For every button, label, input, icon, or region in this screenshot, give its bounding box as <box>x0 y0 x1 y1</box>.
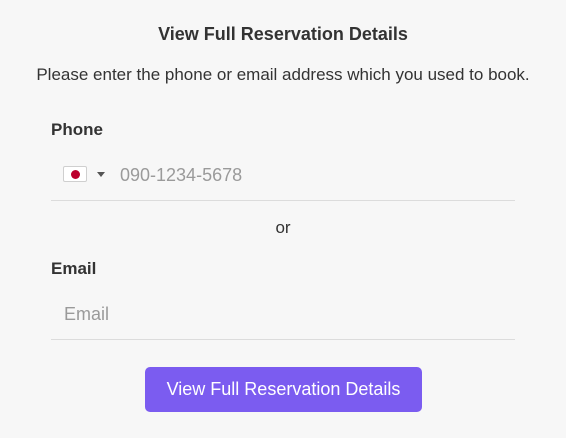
country-dropdown-caret-icon[interactable] <box>97 172 105 177</box>
phone-input[interactable] <box>120 163 500 187</box>
email-input[interactable] <box>64 302 504 326</box>
phone-label: Phone <box>51 120 103 139</box>
flag-circle <box>71 170 80 179</box>
page-subtitle: Please enter the phone or email address … <box>36 65 530 84</box>
phone-field <box>51 152 515 201</box>
email-field <box>51 291 515 340</box>
reservation-lookup-page: View Full Reservation Details Please ent… <box>0 0 566 438</box>
japan-flag-icon[interactable] <box>63 166 87 182</box>
view-reservation-button[interactable]: View Full Reservation Details <box>145 367 422 412</box>
page-title: View Full Reservation Details <box>158 24 408 44</box>
or-separator: or <box>275 218 291 237</box>
email-label: Email <box>51 259 97 278</box>
